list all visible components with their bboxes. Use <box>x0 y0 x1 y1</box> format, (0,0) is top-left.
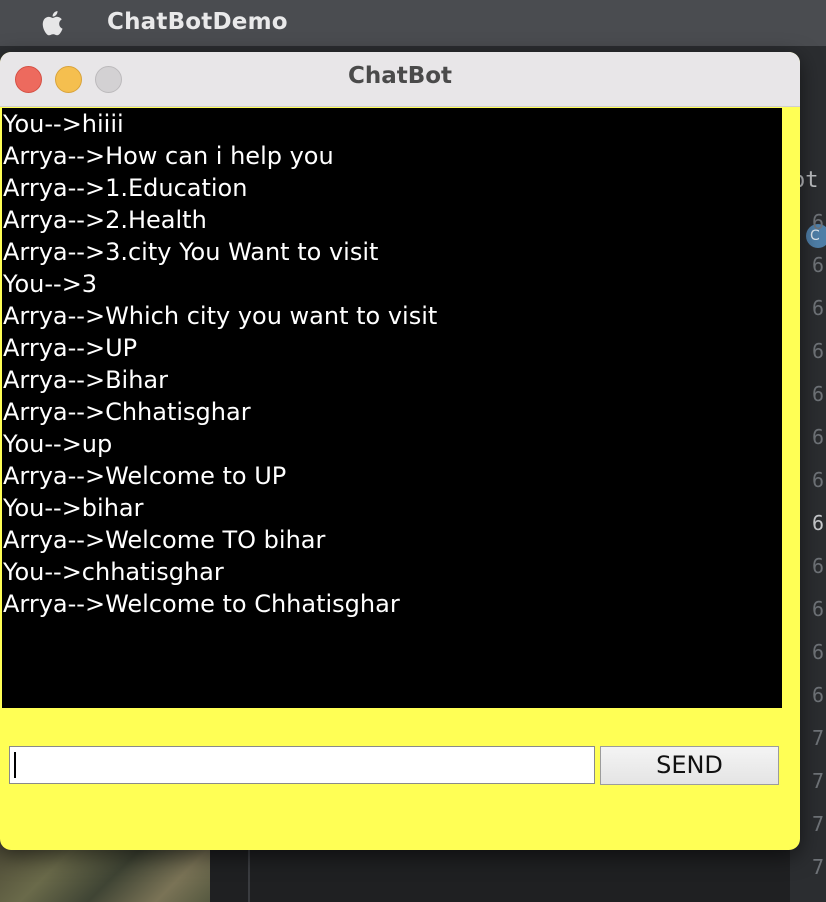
text-caret <box>14 752 16 778</box>
line-number: 6 <box>812 253 825 277</box>
chat-message: Arrya-->UP <box>3 334 138 362</box>
chat-message: Arrya-->Welcome to Chhatisghar <box>3 590 400 618</box>
chat-transcript[interactable]: You-->hiiii Arrya-->How can i help you Arr… <box>2 108 782 708</box>
chat-message: Arrya-->Welcome to UP <box>3 462 287 490</box>
send-button[interactable]: SEND <box>600 746 779 785</box>
line-number: 6 <box>812 597 825 621</box>
line-number: 6 <box>812 425 825 449</box>
title-bar[interactable]: ChatBot <box>0 52 800 107</box>
line-number: 6 <box>812 210 825 234</box>
message-input[interactable] <box>9 746 595 784</box>
apple-icon[interactable] <box>40 8 68 38</box>
chat-message: Arrya-->Welcome TO bihar <box>3 526 326 554</box>
chat-message: Arrya-->Bihar <box>3 366 168 394</box>
chatbot-window: ChatBot You-->hiiii Arrya-->How can i hel… <box>0 52 800 850</box>
chat-message: You-->bihar <box>3 494 144 522</box>
chat-message: You-->3 <box>3 270 98 298</box>
line-number: 6 <box>812 640 825 664</box>
chat-message: You-->chhatisghar <box>3 558 224 586</box>
chat-message: You-->up <box>3 430 113 458</box>
chat-message: Arrya-->3.city You Want to visit <box>3 238 379 266</box>
chat-message: Arrya-->2.Health <box>3 206 207 234</box>
chat-lines: You-->hiiii Arrya-->How can i help you Arr… <box>3 108 437 620</box>
line-number: 7 <box>812 812 825 836</box>
window-title: ChatBot <box>347 63 453 89</box>
chat-message: Arrya-->How can i help you <box>3 142 334 170</box>
line-number: 7 <box>812 769 825 793</box>
chat-message: Arrya-->Chhatisghar <box>3 398 251 426</box>
line-number: 7 <box>812 726 825 750</box>
line-number: 6 <box>812 382 825 406</box>
line-number: 7 <box>812 855 825 879</box>
chat-message: Arrya-->Which city you want to visit <box>3 302 438 330</box>
line-number: 6 <box>812 554 825 578</box>
chat-message: Arrya-->1.Education <box>3 174 248 202</box>
line-number: 6 <box>812 296 825 320</box>
app-name[interactable]: ChatBotDemo <box>107 9 288 35</box>
chat-message: You-->hiiii <box>3 110 124 138</box>
line-number: 6 <box>812 468 825 492</box>
line-number: 6 <box>812 683 825 707</box>
menu-bar: ChatBotDemo <box>0 0 826 46</box>
line-number: 6 <box>812 339 825 363</box>
line-number: 6 <box>812 511 825 535</box>
